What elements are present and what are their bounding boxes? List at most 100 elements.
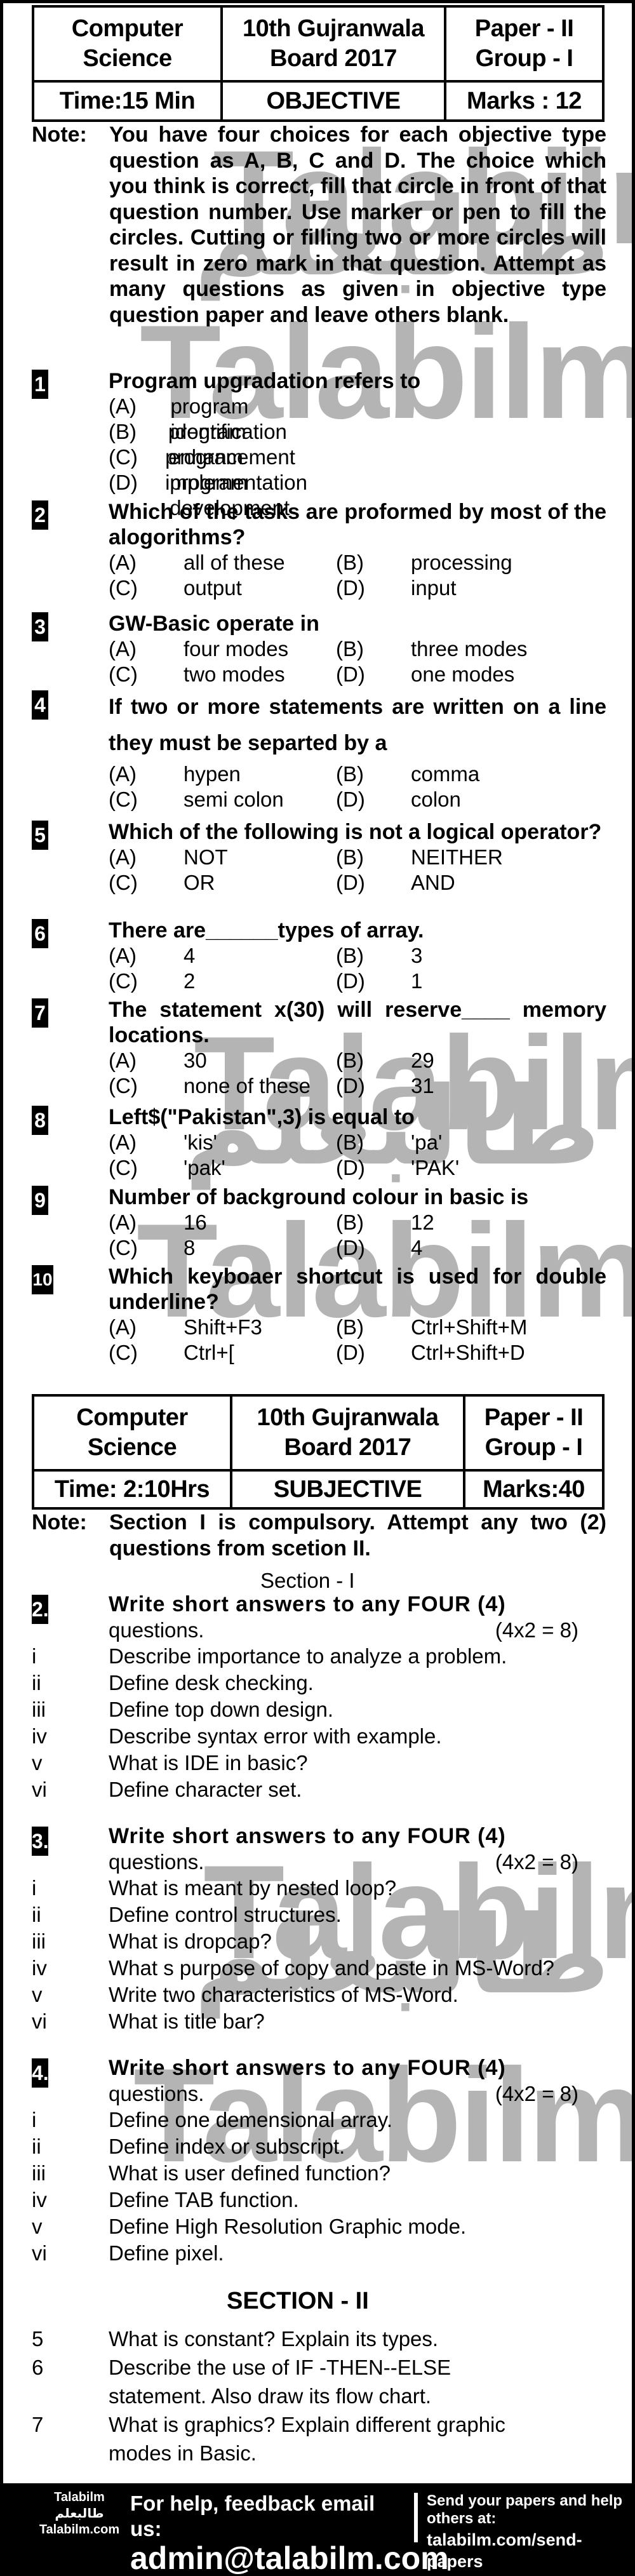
sub-question: vi Define character set.	[32, 1776, 606, 1803]
question-text: There are______types of array.	[109, 918, 424, 943]
option-b: (B) 12	[336, 1210, 563, 1235]
option-text: OR	[184, 871, 215, 894]
option-letter: (A)	[109, 762, 137, 786]
option-text: program enhancement	[168, 420, 295, 469]
sub-question-text: What is dropcap?	[109, 1929, 272, 1953]
option-text: Ctrl+[	[184, 1341, 234, 1364]
option-letter: (B)	[336, 1130, 364, 1154]
mcq-item: 1 Program upgradation refers to (A) program…	[32, 368, 606, 520]
option-text: program development	[170, 471, 290, 520]
option-text: Shift+F3	[184, 1315, 262, 1339]
sub-question-text: Define one demensional array.	[109, 2108, 392, 2131]
short-question-block: 2. Write short answers to any FOUR (4) que…	[32, 1591, 606, 1803]
options: (A) program identification (B) program enha…	[109, 394, 606, 520]
option-letter: (B)	[336, 637, 364, 661]
mcq-item: 7 The statement x(30) will reserve____ me…	[32, 997, 606, 1099]
option-b: (B) processing	[336, 550, 563, 575]
option-text: one modes	[411, 662, 515, 686]
sub-question-text: What is title bar?	[109, 2009, 265, 2033]
option-c: (C) 'pak'	[109, 1155, 336, 1181]
option-letter: (A)	[109, 394, 137, 418]
option-c: (C) program implementation	[109, 445, 336, 494]
options: (A) 30 (B) 29 (C) none of these (D) 31	[109, 1048, 606, 1099]
option-text: 'PAK'	[411, 1156, 460, 1179]
option-b: (B) three modes	[336, 636, 563, 662]
option-a: (A) 16	[109, 1210, 336, 1235]
options: (A) Shift+F3 (B) Ctrl+Shift+M (C) Ctrl+[(D) Ct…	[109, 1315, 606, 1365]
option-text: 4	[411, 1236, 423, 1259]
option-text: 3	[411, 944, 423, 967]
question-number-badge: 4	[32, 690, 48, 720]
option-d: (D) 1	[336, 969, 563, 994]
options: (A) NOT (B) NEITHER (C) OR (D) AND	[109, 845, 606, 896]
send-text: Send your papers and help others at:	[427, 2492, 623, 2527]
question-number-badge: 6	[32, 919, 48, 948]
option-text: three modes	[411, 637, 528, 661]
option-letter: (B)	[109, 420, 137, 443]
options: (A) four modes (B) three modes (C) two modes(…	[109, 636, 606, 687]
question-text: GW-Basic operate in	[109, 612, 319, 636]
mcq-item: 6 There are______types of array. (A) 4 (B) 3(…	[32, 918, 606, 994]
section-2-title: SECTION - II	[227, 2288, 369, 2314]
sub-question: i What is meant by nested loop?	[32, 1875, 606, 1902]
sub-question-text: Define High Resolution Graphic mode.	[109, 2215, 467, 2238]
option-letter: (C)	[109, 662, 138, 686]
option-text: output	[184, 576, 242, 600]
question-text-line: Describe the use of IF -THEN--ELSE	[109, 2356, 451, 2379]
question-number-badge: 3	[32, 612, 48, 641]
marks-allocation: (4x2 = 8)	[495, 2082, 578, 2105]
question-instruction: Write short answers to any FOUR (4)	[109, 2056, 506, 2080]
option-letter: (B)	[336, 1315, 364, 1339]
question-number-badge: 2.	[32, 1595, 49, 1624]
question-instruction-cont: questions.	[109, 2082, 204, 2105]
question-number-badge: 9	[32, 1186, 48, 1215]
option-c: (C) none of these	[109, 1073, 336, 1099]
option-a: (A) four modes	[109, 636, 336, 662]
question-number-badge: 1	[32, 370, 48, 399]
question-number-badge: 8	[32, 1106, 48, 1135]
question-number-badge: 2	[32, 500, 48, 530]
objective-note: Note: You have four choices for each obj…	[32, 122, 606, 328]
question-text-line: What is graphics? Explain different grap…	[109, 2413, 505, 2436]
long-question: 5 What is constant? Explain its types.	[32, 2324, 606, 2353]
mcq-item: 2 Which of the tasks are proformed by mos…	[32, 499, 606, 601]
option-letter: (D)	[336, 1156, 365, 1179]
section-1-title: Section - I	[260, 1569, 355, 1592]
question-text: Number of background colour in basic is	[109, 1185, 529, 1209]
sub-question: iv Define TAB function.	[32, 2187, 606, 2213]
paper-type-cell: SUBJECTIVE	[230, 1469, 465, 1510]
option-text: NEITHER	[411, 845, 503, 869]
roman-numeral: iv	[32, 1724, 47, 1748]
option-text: all of these	[184, 551, 285, 574]
option-letter: (C)	[109, 445, 138, 469]
option-letter: (D)	[336, 1236, 365, 1259]
option-a: (A) 4	[109, 943, 336, 969]
sub-question: iii What is user defined function?	[32, 2160, 606, 2187]
sub-question: vi What is title bar?	[32, 2008, 606, 2035]
option-text: program implementation	[165, 445, 307, 494]
subject-cell: Computer Science	[32, 5, 223, 83]
paper-group-cell: Paper - II Group - I	[463, 1394, 605, 1472]
sub-question-text: What is meant by nested loop?	[109, 1876, 397, 1900]
option-b: (B) program enhancement	[109, 419, 336, 469]
send-papers-link[interactable]: talabilm.com/send-papers	[427, 2529, 633, 2572]
option-text: 4	[184, 944, 196, 967]
sub-question-text: Describe syntax error with example.	[109, 1724, 442, 1748]
option-text: 'pak'	[184, 1156, 225, 1179]
question-text: Program upgradation refers to	[109, 369, 421, 393]
option-letter: (D)	[336, 969, 365, 993]
marks-allocation: (4x2 = 8)	[495, 1618, 578, 1642]
option-letter: (D)	[336, 662, 365, 686]
subjective-note: Note: Section I is compulsory. Attempt a…	[32, 1510, 606, 1561]
option-text: NOT	[184, 845, 228, 869]
option-b: (B) 29	[336, 1048, 563, 1073]
sub-question-text: Define top down design.	[109, 1698, 334, 1721]
sub-question: ii Define desk checking.	[32, 1670, 606, 1696]
roman-numeral: v	[32, 1983, 43, 2006]
option-letter: (C)	[109, 1341, 138, 1364]
mcq-item: 10 Which keyboaer shortcut is used for do…	[32, 1264, 606, 1365]
option-letter: (D)	[336, 576, 365, 600]
option-text: 30	[184, 1049, 207, 1072]
footer-divider	[414, 2493, 418, 2542]
option-c: (C) output	[109, 575, 336, 601]
